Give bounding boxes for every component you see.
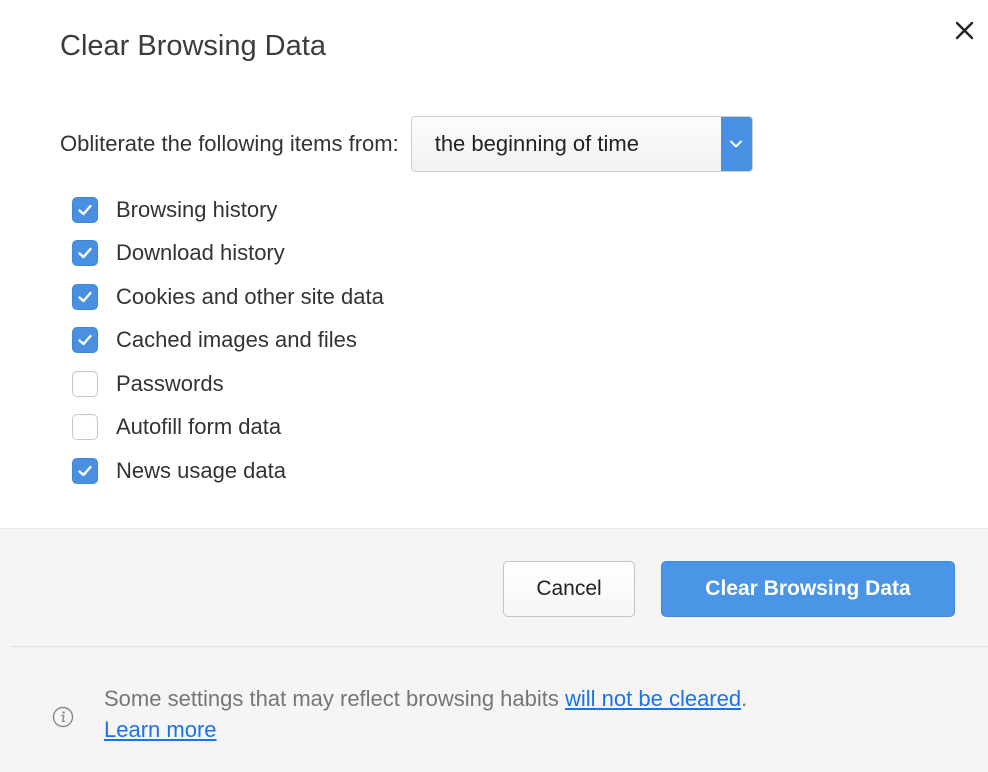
time-range-label: Obliterate the following items from:	[60, 131, 399, 156]
option-cached-images[interactable]: Cached images and files	[72, 319, 384, 363]
checkbox-unchecked[interactable]	[72, 414, 98, 441]
clear-browsing-data-dialog: Clear Browsing Data Obliterate the follo…	[0, 0, 988, 772]
checkmark-icon	[78, 335, 92, 346]
checkbox-checked[interactable]	[72, 283, 98, 310]
checkmark-icon	[78, 465, 92, 476]
checkmark-icon	[78, 248, 92, 259]
option-news-usage[interactable]: News usage data	[72, 449, 384, 493]
notice-text: Some settings that may reflect browsing …	[104, 683, 747, 745]
time-range-row: Obliterate the following items from: the…	[60, 116, 753, 172]
notice-text-after: .	[741, 686, 748, 711]
close-icon	[955, 21, 974, 40]
checkbox-unchecked[interactable]	[72, 370, 98, 397]
checkbox-checked[interactable]	[72, 196, 98, 223]
checkbox-checked[interactable]	[72, 327, 98, 354]
will-not-be-cleared-link[interactable]: will not be cleared	[565, 686, 741, 711]
clear-browsing-data-button[interactable]: Clear Browsing Data	[661, 561, 955, 617]
learn-more-link[interactable]: Learn more	[104, 717, 217, 742]
option-download-history[interactable]: Download history	[72, 232, 384, 276]
option-passwords[interactable]: Passwords	[72, 362, 384, 406]
checkmark-icon	[78, 204, 92, 215]
dialog-footer: Cancel Clear Browsing Data Some settings…	[0, 528, 988, 772]
option-label: News usage data	[116, 457, 286, 483]
checkmark-icon	[78, 291, 92, 302]
close-button[interactable]	[950, 16, 980, 46]
option-label: Cached images and files	[116, 327, 357, 353]
option-cookies[interactable]: Cookies and other site data	[72, 275, 384, 319]
chevron-down-icon	[730, 140, 743, 148]
option-label: Autofill form data	[116, 414, 282, 440]
option-label: Cookies and other site data	[116, 283, 384, 309]
notice-text-before: Some settings that may reflect browsing …	[104, 686, 565, 711]
select-arrow-button[interactable]	[720, 117, 752, 171]
dialog-title: Clear Browsing Data	[60, 30, 326, 62]
data-types-list: Browsing history Download history Cookie…	[72, 188, 384, 493]
option-label: Passwords	[116, 370, 224, 396]
time-range-select[interactable]: the beginning of time	[410, 116, 753, 172]
option-autofill[interactable]: Autofill form data	[72, 406, 384, 450]
time-range-value: the beginning of time	[434, 131, 639, 156]
option-label: Browsing history	[116, 196, 278, 222]
checkbox-checked[interactable]	[72, 457, 98, 484]
checkbox-checked[interactable]	[72, 240, 98, 267]
divider	[10, 646, 988, 647]
option-browsing-history[interactable]: Browsing history	[72, 188, 384, 232]
cancel-button[interactable]: Cancel	[503, 561, 635, 617]
settings-notice: Some settings that may reflect browsing …	[52, 683, 952, 745]
info-icon	[52, 706, 74, 728]
option-label: Download history	[116, 240, 285, 266]
